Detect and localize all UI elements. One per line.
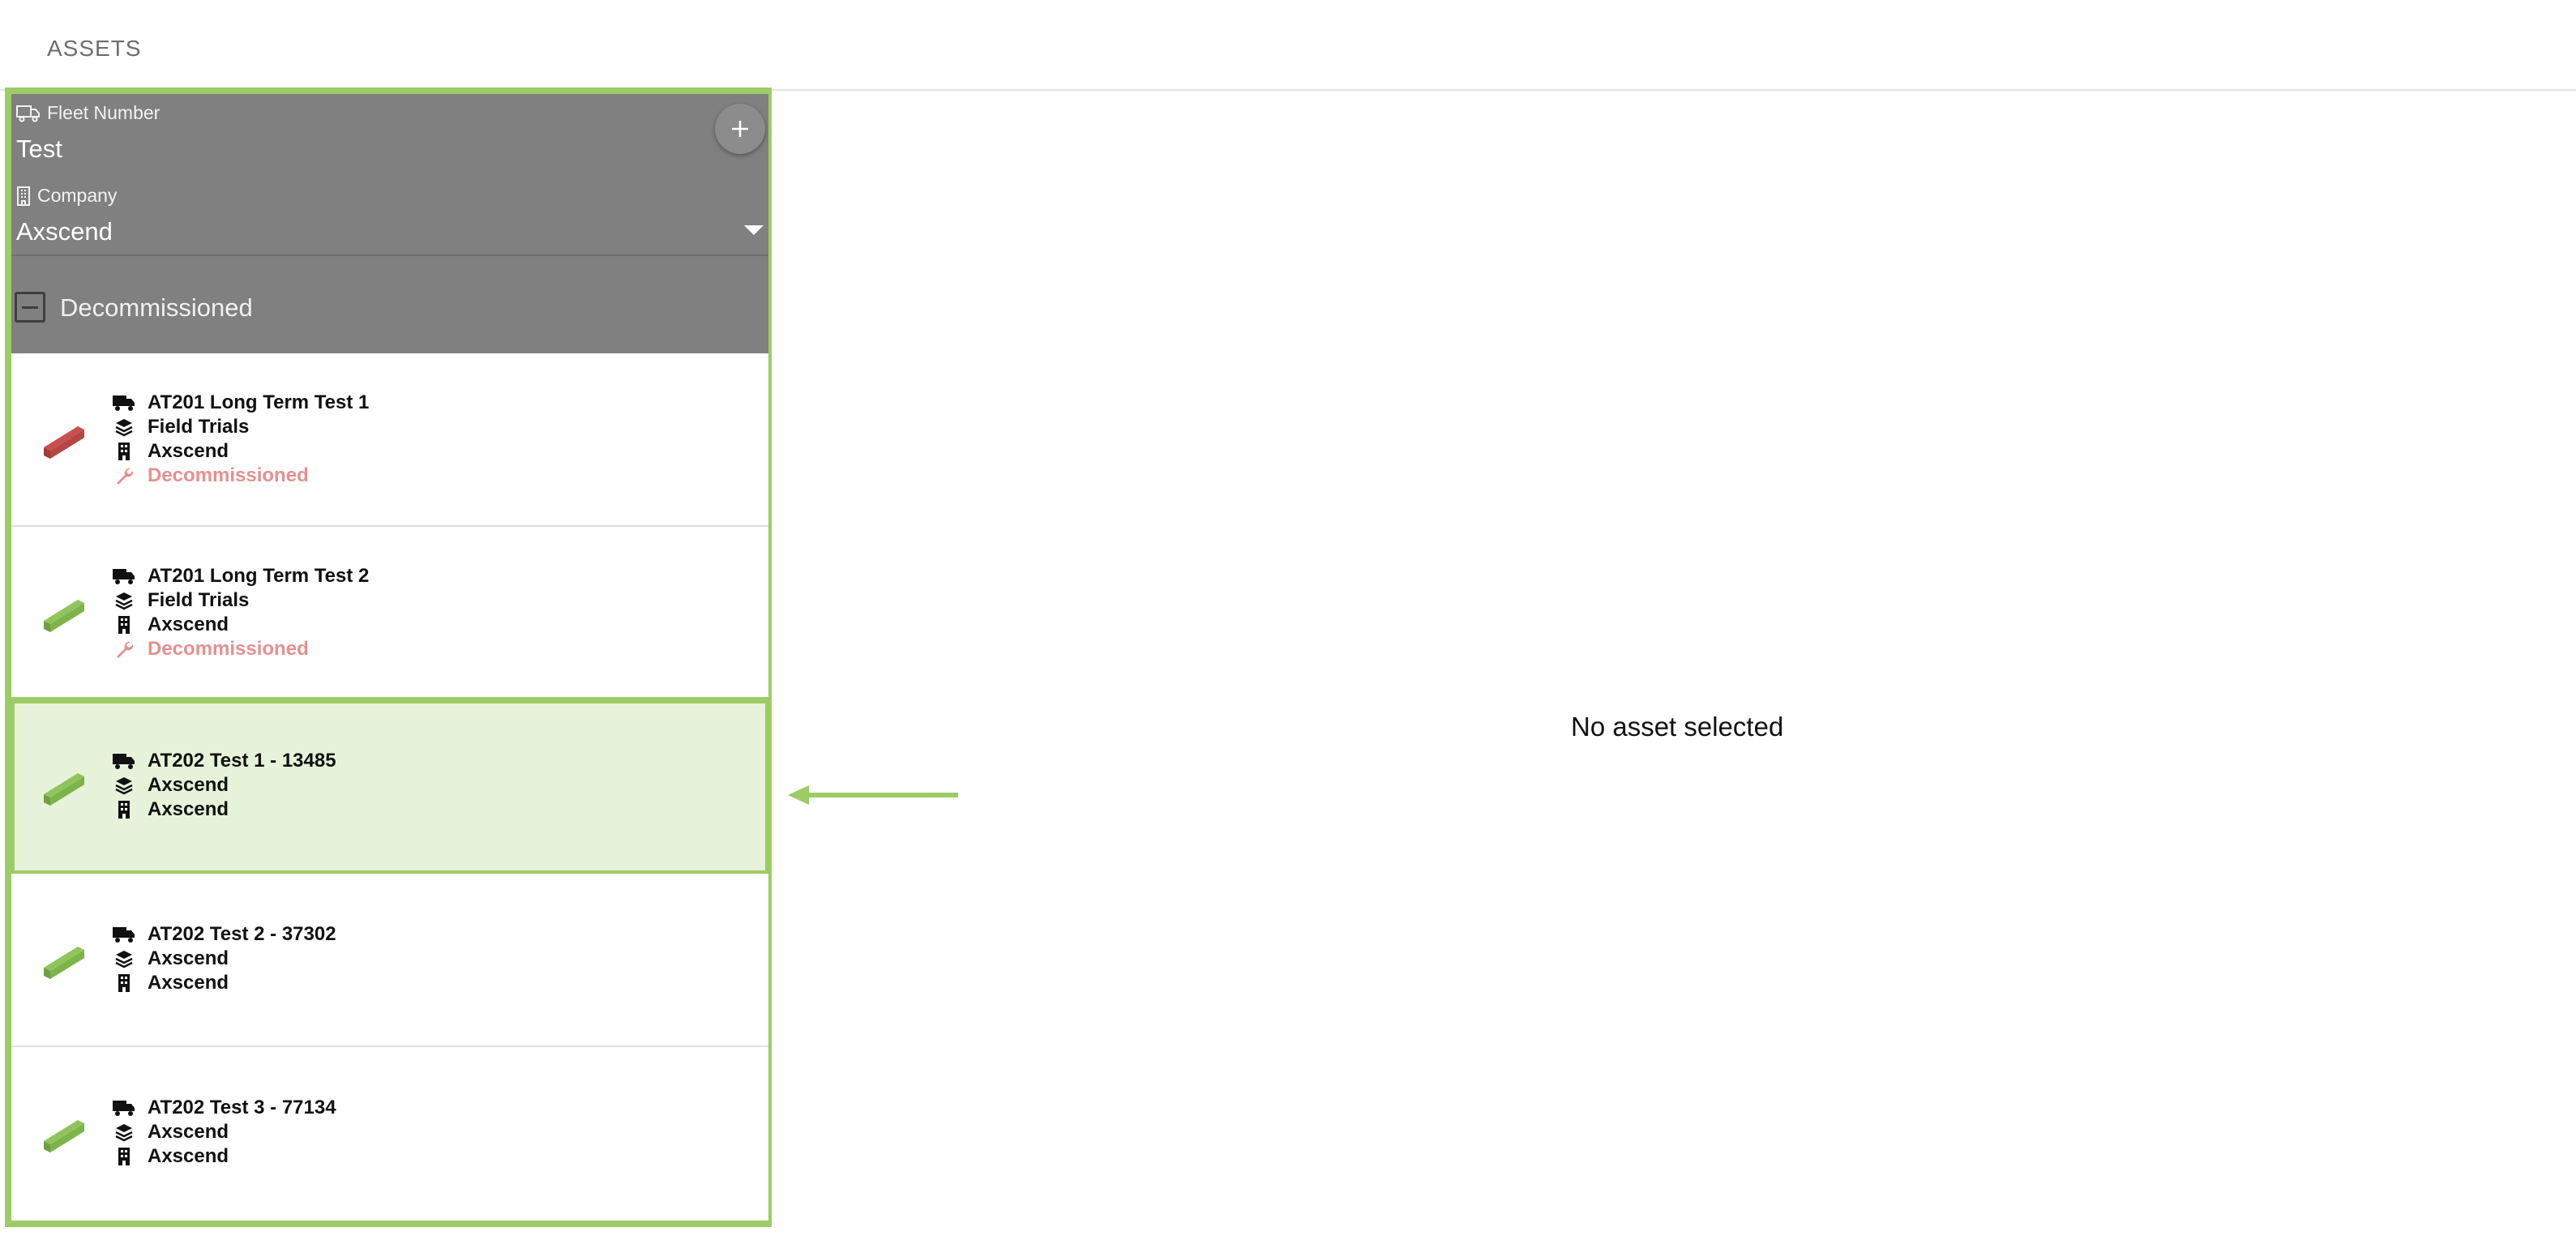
asset-item[interactable]: AT202 Test 3 - 77134 Axscend Axscend xyxy=(11,1047,768,1221)
asset-company-row: Axscend xyxy=(112,1144,336,1169)
wrench-icon xyxy=(112,639,136,660)
truck-icon xyxy=(112,1097,136,1118)
asset-company: Axscend xyxy=(148,614,229,635)
asset-company: Axscend xyxy=(148,972,229,994)
asset-company: Axscend xyxy=(148,798,229,820)
asset-group: Axscend xyxy=(148,774,229,796)
truck-icon xyxy=(112,392,136,413)
plus-icon xyxy=(732,121,748,137)
asset-status: Decommissioned xyxy=(148,638,309,660)
asset-name: AT201 Long Term Test 1 xyxy=(148,391,370,413)
bus-icon xyxy=(44,947,84,979)
page-title: ASSETS xyxy=(47,36,142,61)
asset-status-row: Decommissioned xyxy=(112,637,369,661)
truck-icon xyxy=(112,566,136,587)
fleet-number-input[interactable]: Test xyxy=(16,135,62,164)
asset-item-selected[interactable]: AT202 Test 1 - 13485 Axscend Axscend xyxy=(8,697,772,877)
building-icon xyxy=(112,441,136,462)
truck-icon xyxy=(112,924,136,945)
bus-icon xyxy=(44,426,84,459)
building-icon xyxy=(112,1146,136,1167)
asset-company: Axscend xyxy=(148,440,229,462)
asset-status: Decommissioned xyxy=(148,464,309,486)
company-label-text: Company xyxy=(37,185,118,206)
fleet-number-label: Fleet Number xyxy=(16,102,160,124)
asset-status-row: Decommissioned xyxy=(112,464,369,488)
asset-group-row: Axscend xyxy=(112,773,336,797)
wrench-icon xyxy=(112,465,136,486)
building-icon xyxy=(112,973,136,994)
building-icon xyxy=(112,799,136,820)
asset-name-row: AT202 Test 1 - 13485 xyxy=(112,749,336,773)
asset-item[interactable]: AT201 Long Term Test 1 Field Trials Axsc… xyxy=(11,353,768,527)
asset-name-row: AT202 Test 3 - 77134 xyxy=(112,1096,336,1120)
no-asset-selected-message: No asset selected xyxy=(1571,712,1784,742)
asset-name: AT202 Test 1 - 13485 xyxy=(148,750,336,772)
asset-item[interactable]: AT202 Test 2 - 37302 Axscend Axscend xyxy=(11,874,768,1047)
asset-name-row: AT202 Test 2 - 37302 xyxy=(112,922,336,947)
asset-name-row: AT201 Long Term Test 2 xyxy=(112,564,369,588)
asset-item[interactable]: AT201 Long Term Test 2 Field Trials Axsc… xyxy=(11,527,768,700)
filter-panel: Fleet Number Test Company Axscend Decomm… xyxy=(11,94,768,353)
filter-divider xyxy=(11,254,768,256)
layers-icon xyxy=(112,590,136,611)
asset-company-row: Axscend xyxy=(112,613,369,637)
asset-group: Axscend xyxy=(148,1121,229,1143)
asset-group: Field Trials xyxy=(148,589,250,611)
bus-icon xyxy=(44,773,84,806)
arrow-left-icon xyxy=(788,785,958,805)
bus-icon xyxy=(44,600,84,632)
company-select[interactable]: Axscend xyxy=(16,217,113,246)
asset-company-row: Axscend xyxy=(112,439,369,464)
decommissioned-label: Decommissioned xyxy=(60,293,253,322)
asset-company: Axscend xyxy=(148,1145,229,1167)
layers-icon xyxy=(112,775,136,796)
asset-group-row: Field Trials xyxy=(112,415,369,439)
layers-icon xyxy=(112,417,136,438)
asset-group: Axscend xyxy=(148,947,229,969)
layers-icon xyxy=(112,1122,136,1143)
bus-icon xyxy=(44,1120,84,1152)
asset-group-row: Axscend xyxy=(112,947,336,971)
asset-company-row: Axscend xyxy=(112,797,336,822)
fleet-number-label-text: Fleet Number xyxy=(47,102,160,123)
top-bar: ASSETS xyxy=(0,0,2576,91)
truck-outline-icon xyxy=(16,105,40,122)
asset-group-row: Axscend xyxy=(112,1120,336,1144)
asset-group: Field Trials xyxy=(148,416,250,438)
asset-group-row: Field Trials xyxy=(112,588,369,613)
asset-name: AT202 Test 3 - 77134 xyxy=(148,1097,336,1118)
building-outline-icon xyxy=(17,186,30,206)
truck-icon xyxy=(112,750,136,772)
chevron-down-icon[interactable] xyxy=(744,225,764,235)
building-icon xyxy=(112,614,136,635)
asset-name-row: AT201 Long Term Test 1 xyxy=(112,391,369,415)
decommissioned-checkbox[interactable] xyxy=(15,292,45,323)
asset-company-row: Axscend xyxy=(112,971,336,995)
layers-icon xyxy=(112,948,136,969)
asset-name: AT202 Test 2 - 37302 xyxy=(148,923,336,945)
asset-list: AT201 Long Term Test 1 Field Trials Axsc… xyxy=(8,353,772,1221)
asset-name: AT201 Long Term Test 2 xyxy=(148,565,370,587)
company-label: Company xyxy=(16,185,117,207)
add-asset-button[interactable] xyxy=(715,104,765,154)
